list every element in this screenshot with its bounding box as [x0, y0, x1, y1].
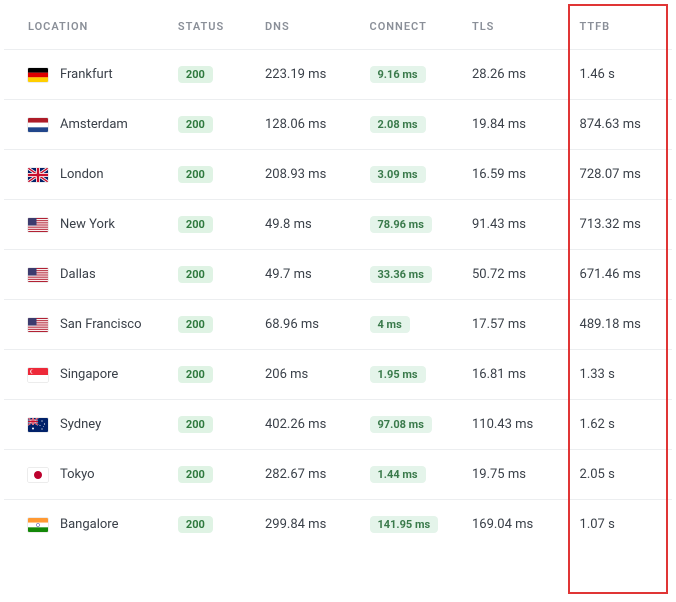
latency-table-container: LOCATION STATUS DNS CONNECT TLS TTFB Fra…	[0, 0, 676, 553]
status-badge: 200	[178, 266, 213, 283]
table-row[interactable]: Bangalore 200 299.84 ms 141.95 ms 169.04 ms1…	[4, 500, 672, 550]
connect-badge: 9.16 ms	[370, 66, 426, 83]
dns-value: 206 ms	[255, 350, 360, 400]
status-badge: 200	[178, 116, 213, 133]
col-ttfb[interactable]: TTFB	[570, 4, 672, 50]
location-name: Dallas	[60, 267, 96, 282]
status-badge: 200	[178, 366, 213, 383]
table-row[interactable]: New York 200 49.8 ms 78.96 ms 91.43 ms713.32…	[4, 200, 672, 250]
ttfb-value: 1.07 s	[570, 500, 672, 550]
tls-value: 19.84 ms	[462, 100, 570, 150]
flag-icon	[28, 518, 48, 532]
dns-value: 49.7 ms	[255, 250, 360, 300]
tls-value: 16.81 ms	[462, 350, 570, 400]
table-row[interactable]: Tokyo 200 282.67 ms 1.44 ms 19.75 ms2.05 s	[4, 450, 672, 500]
location-name: Tokyo	[60, 467, 95, 482]
connect-badge: 2.08 ms	[370, 116, 426, 133]
ttfb-value: 728.07 ms	[570, 150, 672, 200]
connect-badge: 97.08 ms	[370, 416, 432, 433]
table-row[interactable]: San Francisco 200 68.96 ms 4 ms 17.57 ms489.…	[4, 300, 672, 350]
ttfb-value: 489.18 ms	[570, 300, 672, 350]
ttfb-value: 1.46 s	[570, 50, 672, 100]
status-badge: 200	[178, 466, 213, 483]
location-name: Bangalore	[60, 517, 118, 532]
table-row[interactable]: Frankfurt 200 223.19 ms 9.16 ms 28.26 ms1.46…	[4, 50, 672, 100]
connect-badge: 3.09 ms	[370, 166, 426, 183]
ttfb-value: 2.05 s	[570, 450, 672, 500]
location-name: Singapore	[60, 367, 118, 382]
col-dns[interactable]: DNS	[255, 4, 360, 50]
connect-badge: 4 ms	[370, 316, 410, 333]
table-header-row: LOCATION STATUS DNS CONNECT TLS TTFB	[4, 4, 672, 50]
status-badge: 200	[178, 316, 213, 333]
location-name: Frankfurt	[60, 67, 113, 82]
location-name: Amsterdam	[60, 117, 128, 132]
tls-value: 110.43 ms	[462, 400, 570, 450]
dns-value: 128.06 ms	[255, 100, 360, 150]
ttfb-value: 1.62 s	[570, 400, 672, 450]
flag-icon	[28, 118, 48, 132]
connect-badge: 141.95 ms	[370, 516, 439, 533]
connect-badge: 33.36 ms	[370, 266, 432, 283]
col-status[interactable]: STATUS	[168, 4, 255, 50]
flag-icon	[28, 268, 48, 282]
connect-badge: 1.44 ms	[370, 466, 426, 483]
tls-value: 28.26 ms	[462, 50, 570, 100]
tls-value: 16.59 ms	[462, 150, 570, 200]
col-location[interactable]: LOCATION	[4, 4, 168, 50]
table-row[interactable]: London 200 208.93 ms 3.09 ms 16.59 ms728.07 …	[4, 150, 672, 200]
col-connect[interactable]: CONNECT	[360, 4, 462, 50]
tls-value: 50.72 ms	[462, 250, 570, 300]
dns-value: 68.96 ms	[255, 300, 360, 350]
flag-icon	[28, 218, 48, 232]
dns-value: 299.84 ms	[255, 500, 360, 550]
dns-value: 402.26 ms	[255, 400, 360, 450]
latency-table: LOCATION STATUS DNS CONNECT TLS TTFB Fra…	[4, 4, 672, 549]
flag-icon	[28, 418, 48, 432]
dns-value: 223.19 ms	[255, 50, 360, 100]
location-name: San Francisco	[60, 317, 142, 332]
col-tls[interactable]: TLS	[462, 4, 570, 50]
flag-icon	[28, 168, 48, 182]
location-name: New York	[60, 217, 115, 232]
location-name: Sydney	[60, 417, 101, 432]
table-row[interactable]: Amsterdam 200 128.06 ms 2.08 ms 19.84 ms874.…	[4, 100, 672, 150]
tls-value: 91.43 ms	[462, 200, 570, 250]
connect-badge: 78.96 ms	[370, 216, 432, 233]
ttfb-value: 671.46 ms	[570, 250, 672, 300]
table-row[interactable]: Dallas 200 49.7 ms 33.36 ms 50.72 ms671.46 m…	[4, 250, 672, 300]
flag-icon	[28, 468, 48, 482]
ttfb-value: 713.32 ms	[570, 200, 672, 250]
status-badge: 200	[178, 416, 213, 433]
location-name: London	[60, 167, 104, 182]
status-badge: 200	[178, 66, 213, 83]
flag-icon	[28, 318, 48, 332]
ttfb-value: 1.33 s	[570, 350, 672, 400]
tls-value: 17.57 ms	[462, 300, 570, 350]
flag-icon	[28, 68, 48, 82]
status-badge: 200	[178, 516, 213, 533]
ttfb-value: 874.63 ms	[570, 100, 672, 150]
connect-badge: 1.95 ms	[370, 366, 426, 383]
table-row[interactable]: Singapore 200 206 ms 1.95 ms 16.81 ms1.33 s	[4, 350, 672, 400]
dns-value: 208.93 ms	[255, 150, 360, 200]
tls-value: 19.75 ms	[462, 450, 570, 500]
dns-value: 49.8 ms	[255, 200, 360, 250]
flag-icon	[28, 368, 48, 382]
tls-value: 169.04 ms	[462, 500, 570, 550]
dns-value: 282.67 ms	[255, 450, 360, 500]
status-badge: 200	[178, 216, 213, 233]
status-badge: 200	[178, 166, 213, 183]
table-row[interactable]: Sydney 200 402.26 ms 97.08 ms 110.43 ms1.62 …	[4, 400, 672, 450]
